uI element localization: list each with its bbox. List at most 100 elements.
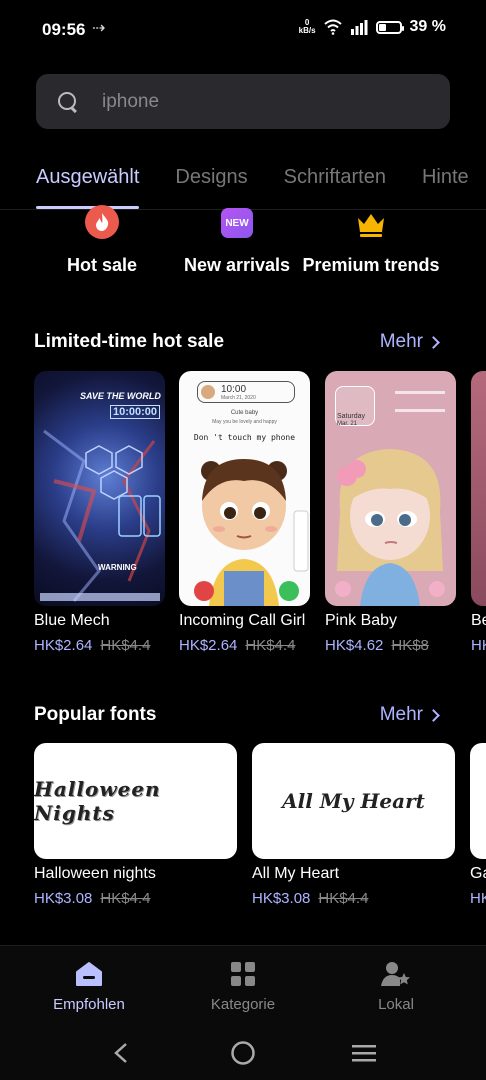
price-row: HK	[471, 637, 486, 654]
tab-designs[interactable]: Designs	[175, 166, 247, 209]
cartoon-girl-image	[194, 459, 309, 606]
theme-thumbnail: Saturday Mar. 21	[325, 371, 456, 606]
old-price: HK$4.4	[100, 637, 151, 654]
wifi-icon	[323, 19, 342, 35]
price-row: HK$3.08 HK$4.4	[252, 890, 455, 907]
price: HK$4.62	[325, 637, 384, 654]
popular-fonts-more-link[interactable]: Mehr	[379, 704, 440, 726]
status-bar: 09:56 ⇢ 0 kB/s 39 %	[0, 0, 486, 60]
tab-ausgewahlt[interactable]: Ausgewählt	[36, 166, 140, 209]
theme-card[interactable]: Be HK	[471, 371, 486, 654]
theme-card[interactable]: Saturday Mar. 21 Pink Baby HK$4.62 HK$8	[325, 371, 456, 654]
popular-fonts-title: Popular fonts	[34, 704, 157, 725]
signal-icon	[350, 20, 368, 35]
battery-fill	[378, 23, 387, 31]
font-name: Halloween nights	[34, 865, 156, 882]
status-time: 09:56	[42, 20, 86, 39]
font-card[interactable]: Ga HK	[470, 743, 486, 907]
font-sample: Halloween Nights	[34, 777, 161, 825]
system-navigation	[0, 1026, 486, 1080]
bottom-nav: Empfohlen Kategorie Lokal	[0, 946, 486, 1026]
nav-label: Empfohlen	[53, 996, 125, 1013]
hot-sale-title: Limited-time hot sale	[34, 331, 225, 352]
price: HK$3.08	[252, 890, 311, 907]
network-speed: 0 kB/s	[299, 19, 316, 35]
category-label: New arrivals	[183, 255, 291, 275]
category-label: Premium trends	[302, 255, 440, 275]
old-price: HK$4.4	[100, 890, 151, 907]
category-premium-trends[interactable]: Premium trends	[301, 208, 441, 276]
thumb-warning: WARNING	[98, 563, 137, 572]
tab-schriftarten[interactable]: Schriftarten	[284, 166, 386, 209]
nav-label: Kategorie	[210, 996, 276, 1013]
search-bar[interactable]	[36, 74, 450, 129]
battery-icon	[375, 20, 404, 34]
sync-icon: ⇢	[92, 20, 106, 37]
theme-name: Incoming Call Girl	[179, 612, 306, 629]
search-input[interactable]	[102, 90, 402, 113]
theme-name: Blue Mech	[34, 612, 110, 629]
category-new-arrivals[interactable]: NEW New arrivals	[167, 208, 307, 276]
theme-card[interactable]: 10:00 March 21, 2020 Cute baby May you b…	[179, 371, 310, 654]
font-name: All My Heart	[252, 865, 340, 882]
price-row: HK$3.08 HK$4.4	[34, 890, 237, 907]
nav-lokal[interactable]: Lokal	[336, 958, 456, 1013]
popular-fonts-carousel[interactable]: Halloween Nights Halloween nights HK$3.0…	[34, 743, 486, 913]
font-name: Ga	[470, 865, 486, 882]
chevron-right-icon	[427, 708, 440, 722]
nav-kategorie[interactable]: Kategorie	[183, 958, 303, 1013]
hot-sale-more-link[interactable]: Mehr	[379, 331, 440, 353]
battery-percent: 39 %	[409, 18, 446, 35]
tab-hintergrunde[interactable]: Hinte	[422, 166, 469, 209]
theme-thumbnail: SAVE THE WORLD 10:00:00 WARNING	[34, 371, 165, 606]
price-row: HK$2.64 HK$4.4	[34, 637, 165, 654]
grid-icon	[183, 958, 303, 990]
font-card[interactable]: All My Heart All My Heart HK$3.08 HK$4.4	[252, 743, 455, 907]
nav-empfohlen[interactable]: Empfohlen	[29, 958, 149, 1013]
new-badge-text: NEW	[221, 208, 253, 238]
theme-thumbnail	[471, 371, 486, 606]
font-card[interactable]: Halloween Nights Halloween nights HK$3.0…	[34, 743, 237, 907]
flame-icon	[32, 205, 172, 240]
top-tabs: Ausgewählt Designs Schriftarten Hinte	[36, 166, 469, 209]
old-price: HK$4.4	[318, 890, 369, 907]
crown-icon	[301, 208, 441, 240]
doll-image	[335, 391, 445, 606]
new-badge-icon: NEW	[167, 208, 307, 240]
thumb-headline: SAVE THE WORLD	[80, 391, 161, 401]
old-price: HK$8	[391, 637, 429, 654]
price: HK	[471, 637, 486, 654]
price-row: HK$4.62 HK$8	[325, 637, 456, 654]
more-label: Mehr	[379, 331, 423, 352]
font-preview	[470, 743, 486, 859]
status-icons: 0 kB/s 39 %	[299, 18, 446, 36]
home-circle-icon[interactable]	[228, 1038, 258, 1068]
category-hot-sale[interactable]: Hot sale	[32, 205, 172, 276]
font-preview: All My Heart	[252, 743, 455, 859]
price: HK$3.08	[34, 890, 93, 907]
thumb-clock: 10:00:00	[110, 405, 161, 419]
more-label: Mehr	[379, 704, 423, 725]
back-icon[interactable]	[106, 1038, 136, 1068]
theme-card[interactable]: SAVE THE WORLD 10:00:00 WARNING Blue Mec…	[34, 371, 165, 654]
price-row: HK$2.64 HK$4.4	[179, 637, 310, 654]
home-icon	[29, 958, 149, 990]
old-price: HK$4.4	[245, 637, 296, 654]
category-label: Hot sale	[66, 255, 138, 275]
theme-name: Pink Baby	[325, 612, 398, 629]
price: HK$2.64	[34, 637, 93, 654]
theme-thumbnail: 10:00 March 21, 2020 Cute baby May you b…	[179, 371, 310, 606]
font-preview: Halloween Nights	[34, 743, 237, 859]
menu-icon[interactable]	[349, 1038, 379, 1068]
price-row: HK	[470, 890, 486, 907]
hot-sale-carousel[interactable]: SAVE THE WORLD 10:00:00 WARNING Blue Mec…	[34, 371, 486, 661]
theme-name: Be	[471, 612, 486, 629]
network-speed-unit: kB/s	[298, 26, 316, 35]
chevron-right-icon	[427, 335, 440, 349]
person-star-icon	[336, 958, 456, 990]
price: HK	[470, 890, 486, 907]
nav-label: Lokal	[378, 996, 414, 1013]
search-icon	[58, 91, 78, 112]
font-sample: All My Heart	[282, 789, 425, 813]
price: HK$2.64	[179, 637, 238, 654]
